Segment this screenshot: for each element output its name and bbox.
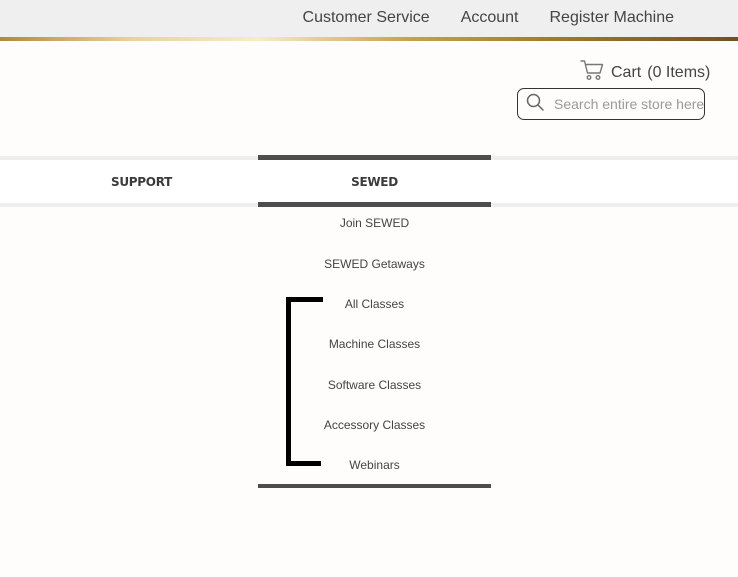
customer-service-link[interactable]: Customer Service	[303, 9, 430, 27]
cart-count: (0 Items)	[647, 63, 711, 81]
dropdown-item-software-classes[interactable]: Software Classes	[258, 378, 491, 392]
annotation-bracket	[286, 297, 291, 466]
cart-icon	[580, 58, 604, 87]
gold-divider	[0, 37, 738, 41]
dropdown-item-join-sewed[interactable]: Join SEWED	[258, 216, 491, 230]
cart-button[interactable]: Cart (0 Items)	[580, 58, 710, 87]
dropdown-item-machine-classes[interactable]: Machine Classes	[258, 337, 491, 351]
account-link[interactable]: Account	[461, 9, 519, 27]
cart-label: Cart	[611, 63, 642, 81]
search-box	[517, 88, 705, 120]
annotation-bracket-bottom	[286, 461, 321, 466]
main-nav: SUPPORT SEWED	[0, 156, 738, 207]
active-tab-indicator-top	[258, 155, 491, 160]
search-icon[interactable]	[518, 92, 545, 117]
register-machine-link[interactable]: Register Machine	[550, 9, 675, 27]
sewed-dropdown-menu: Join SEWED SEWED Getaways All Classes Ma…	[258, 207, 491, 488]
nav-item-support[interactable]: SUPPORT	[0, 160, 283, 203]
annotation-bracket-top	[286, 297, 323, 302]
nav-item-sewed[interactable]: SEWED	[258, 160, 491, 203]
dropdown-item-sewed-getaways[interactable]: SEWED Getaways	[258, 257, 491, 271]
top-bar: Customer Service Account Register Machin…	[0, 0, 738, 38]
top-links: Customer Service Account Register Machin…	[303, 0, 674, 36]
search-input[interactable]	[554, 96, 704, 112]
dropdown-item-accessory-classes[interactable]: Accessory Classes	[258, 418, 491, 432]
